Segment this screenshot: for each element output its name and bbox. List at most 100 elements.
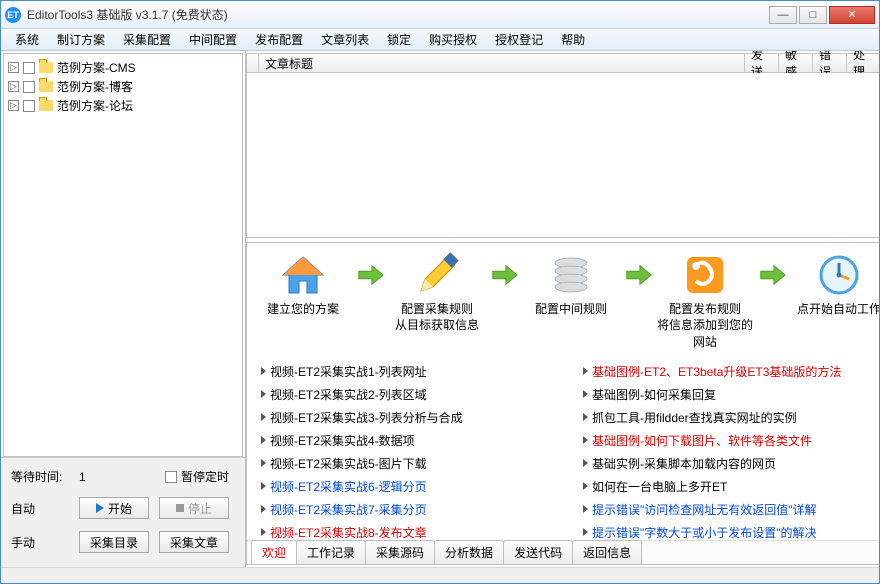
help-link[interactable]: 视频-ET2采集实战8-发布文章 xyxy=(261,521,559,540)
tab-4[interactable]: 发送代码 xyxy=(503,540,573,564)
workflow-step-2[interactable]: 配置采集规则从目标获取信息 xyxy=(387,251,487,333)
maximize-button[interactable]: □ xyxy=(799,6,827,24)
start-button[interactable]: 开始 xyxy=(79,497,149,519)
help-link[interactable]: 基础图例-ET2、ET3beta升级ET3基础版的方法 xyxy=(583,360,879,383)
tree-item[interactable]: ▷范例方案-博客 xyxy=(8,77,238,96)
stop-button[interactable]: 停止 xyxy=(159,497,229,519)
workflow-step-5[interactable]: 点开始自动工作 xyxy=(789,251,879,331)
collect-article-button[interactable]: 采集文章 xyxy=(159,531,229,553)
menu-item-4[interactable]: 发布配置 xyxy=(247,29,311,50)
step-caption: 配置采集规则从目标获取信息 xyxy=(395,301,479,333)
tab-1[interactable]: 工作记录 xyxy=(296,540,366,564)
tree-item[interactable]: ▷范例方案-CMS xyxy=(8,58,238,77)
workflow-step-4[interactable]: 配置发布规则将信息添加到您的网站 xyxy=(655,251,755,350)
help-link[interactable]: 基础图例-如何下载图片、软件等各类文件 xyxy=(583,429,879,452)
expand-icon[interactable]: ▷ xyxy=(8,100,19,111)
play-icon xyxy=(96,503,104,513)
bullet-icon xyxy=(261,436,266,444)
grid-col-send[interactable]: 发送 xyxy=(745,54,779,72)
help-link-text[interactable]: 视频-ET2采集实战5-图片下载 xyxy=(270,455,427,472)
workflow-step-3[interactable]: 配置中间规则 xyxy=(521,251,621,331)
scheme-tree[interactable]: ▷范例方案-CMS▷范例方案-博客▷范例方案-论坛 xyxy=(3,53,243,457)
menu-item-8[interactable]: 授权登记 xyxy=(487,29,551,50)
grid-col-title[interactable]: 文章标题 xyxy=(259,54,745,72)
folder-icon xyxy=(39,81,53,92)
checkbox-icon[interactable] xyxy=(23,62,35,74)
tree-item-label: 范例方案-论坛 xyxy=(57,97,133,114)
help-link[interactable]: 提示错误"字数大于或小于发布设置"的解决 xyxy=(583,521,879,540)
help-link[interactable]: 提示错误"访问检查网址无有效返回值"详解 xyxy=(583,498,879,521)
help-link-text[interactable]: 基础图例-如何采集回复 xyxy=(592,386,716,403)
help-link[interactable]: 视频-ET2采集实战3-列表分析与合成 xyxy=(261,406,559,429)
tab-3[interactable]: 分析数据 xyxy=(434,540,504,564)
help-link[interactable]: 视频-ET2采集实战6-逻辑分页 xyxy=(261,475,559,498)
help-link-text[interactable]: 基础实例-采集脚本加载内容的网页 xyxy=(592,455,776,472)
help-link[interactable]: 视频-ET2采集实战7-采集分页 xyxy=(261,498,559,521)
menu-item-2[interactable]: 采集配置 xyxy=(115,29,179,50)
help-link-text[interactable]: 视频-ET2采集实战7-采集分页 xyxy=(270,501,427,518)
menu-item-6[interactable]: 锁定 xyxy=(379,29,419,50)
expand-icon[interactable]: ▷ xyxy=(8,81,19,92)
help-link[interactable]: 视频-ET2采集实战1-列表网址 xyxy=(261,360,559,383)
step-icon xyxy=(815,251,863,299)
step-caption: 配置中间规则 xyxy=(535,301,607,331)
help-link[interactable]: 如何在一台电脑上多开ET xyxy=(583,475,879,498)
help-link-text[interactable]: 基础图例-如何下载图片、软件等各类文件 xyxy=(592,432,812,449)
help-link-text[interactable]: 视频-ET2采集实战8-发布文章 xyxy=(270,524,427,540)
article-grid-body[interactable] xyxy=(246,73,879,238)
help-link-text[interactable]: 抓包工具-用fildder查找真实网址的实例 xyxy=(592,409,797,426)
arrow-icon xyxy=(621,251,655,299)
control-panel: 等待时间: 1 暂停定时 自动 开始 停止 xyxy=(1,457,245,567)
menu-item-3[interactable]: 中间配置 xyxy=(181,29,245,50)
help-link-text[interactable]: 提示错误"访问检查网址无有效返回值"详解 xyxy=(592,501,817,518)
workflow-step-1[interactable]: 建立您的方案 xyxy=(253,251,353,331)
collect-dir-label: 采集目录 xyxy=(90,534,138,551)
help-link-text[interactable]: 提示错误"字数大于或小于发布设置"的解决 xyxy=(592,524,817,540)
checkbox-icon[interactable] xyxy=(23,81,35,93)
arrow-icon xyxy=(487,251,521,299)
help-link[interactable]: 基础实例-采集脚本加载内容的网页 xyxy=(583,452,879,475)
minimize-button[interactable]: — xyxy=(769,6,797,24)
arrow-icon xyxy=(353,251,387,299)
tab-5[interactable]: 返回信息 xyxy=(572,540,642,564)
menu-item-5[interactable]: 文章列表 xyxy=(313,29,377,50)
pause-timer-checkbox[interactable]: 暂停定时 xyxy=(165,468,229,485)
menu-item-1[interactable]: 制订方案 xyxy=(49,29,113,50)
step-icon xyxy=(413,251,461,299)
help-link-text[interactable]: 视频-ET2采集实战3-列表分析与合成 xyxy=(270,409,463,426)
checkbox-icon xyxy=(165,471,177,483)
bullet-icon xyxy=(261,482,266,490)
grid-col-error[interactable]: 错误 xyxy=(813,54,847,72)
status-bar xyxy=(1,567,879,583)
help-link[interactable]: 抓包工具-用fildder查找真实网址的实例 xyxy=(583,406,879,429)
expand-icon[interactable]: ▷ xyxy=(8,62,19,73)
checkbox-icon[interactable] xyxy=(23,100,35,112)
help-link-text[interactable]: 如何在一台电脑上多开ET xyxy=(592,478,727,495)
article-grid-header: 文章标题 发送 敏感 错误 处理 xyxy=(246,53,879,73)
help-link[interactable]: 基础图例-如何采集回复 xyxy=(583,383,879,406)
grid-col-process[interactable]: 处理 xyxy=(847,54,879,72)
help-link-text[interactable]: 视频-ET2采集实战6-逻辑分页 xyxy=(270,478,427,495)
bullet-icon xyxy=(583,459,588,467)
lower-tabs: 欢迎工作记录采集源码分析数据发送代码返回信息 xyxy=(247,540,879,564)
help-link[interactable]: 视频-ET2采集实战5-图片下载 xyxy=(261,452,559,475)
menu-item-7[interactable]: 购买授权 xyxy=(421,29,485,50)
links-column-right: 基础图例-ET2、ET3beta升级ET3基础版的方法基础图例-如何采集回复抓包… xyxy=(583,360,879,536)
menu-item-9[interactable]: 帮助 xyxy=(553,29,593,50)
folder-icon xyxy=(39,100,53,111)
help-link-text[interactable]: 基础图例-ET2、ET3beta升级ET3基础版的方法 xyxy=(592,363,841,380)
help-link-text[interactable]: 视频-ET2采集实战1-列表网址 xyxy=(270,363,427,380)
tab-0[interactable]: 欢迎 xyxy=(251,540,297,564)
grid-col-sensitive[interactable]: 敏感 xyxy=(779,54,813,72)
close-button[interactable]: ✕ xyxy=(829,6,875,24)
tab-2[interactable]: 采集源码 xyxy=(365,540,435,564)
menu-item-0[interactable]: 系统 xyxy=(7,29,47,50)
help-link-text[interactable]: 视频-ET2采集实战4-数据项 xyxy=(270,432,415,449)
wait-time-value: 1 xyxy=(79,470,115,484)
tree-item[interactable]: ▷ 范例方案-论坛 xyxy=(8,96,238,115)
collect-dir-button[interactable]: 采集目录 xyxy=(79,531,149,553)
help-link[interactable]: 视频-ET2采集实战2-列表区域 xyxy=(261,383,559,406)
pause-timer-label: 暂停定时 xyxy=(181,468,229,485)
help-link-text[interactable]: 视频-ET2采集实战2-列表区域 xyxy=(270,386,427,403)
help-link[interactable]: 视频-ET2采集实战4-数据项 xyxy=(261,429,559,452)
